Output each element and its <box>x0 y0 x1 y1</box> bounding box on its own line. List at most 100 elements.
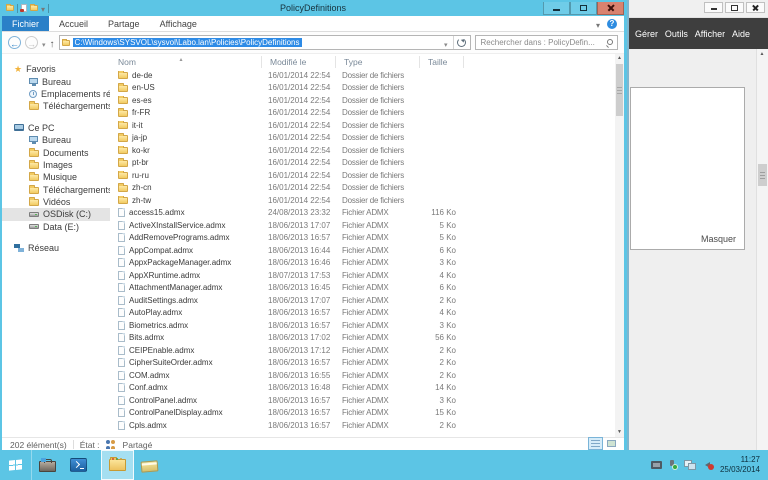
search-input[interactable] <box>479 37 606 48</box>
folder-row[interactable]: en-US16/01/2014 22:54Dossier de fichiers <box>110 82 615 95</box>
folder-row[interactable]: fr-FR16/01/2014 22:54Dossier de fichiers <box>110 107 615 120</box>
menu-outils[interactable]: Outils <box>663 27 690 41</box>
folder-row[interactable]: zh-cn16/01/2014 22:54Dossier de fichiers <box>110 182 615 195</box>
file-row[interactable]: AddRemovePrograms.admx18/06/2013 16:57Fi… <box>110 232 615 245</box>
file-row[interactable]: AppxPackageManager.admx18/06/2013 16:46F… <box>110 257 615 270</box>
sidebar-item-images[interactable]: Images <box>2 159 110 171</box>
file-row[interactable]: COM.admx18/06/2013 16:55Fichier ADMX2 Ko <box>110 369 615 382</box>
column-header-modifie-le[interactable]: Modifié le <box>262 56 336 68</box>
customize-toolbar-chevron-icon[interactable] <box>41 0 45 17</box>
sidebar-item-musique[interactable]: Musique <box>2 171 110 183</box>
maximize-button[interactable] <box>570 2 597 15</box>
folder-row[interactable]: ja-jp16/01/2014 22:54Dossier de fichiers <box>110 132 615 145</box>
address-dropdown-chevron-icon[interactable] <box>441 36 451 49</box>
sidebar-item-bureau[interactable]: Bureau <box>2 75 110 87</box>
volume-muted-tray-icon[interactable] <box>702 460 714 470</box>
restore-button[interactable] <box>725 2 744 13</box>
up-one-level-button[interactable] <box>50 34 55 52</box>
scroll-up-arrow-icon[interactable]: ▲ <box>615 54 624 63</box>
address-bar[interactable]: C:\Windows\SYSVOL\sysvol\Labo.lan\Polici… <box>59 35 471 50</box>
file-row[interactable]: CEIPEnable.admx18/06/2013 17:12Fichier A… <box>110 344 615 357</box>
properties-icon[interactable] <box>21 4 27 12</box>
close-button[interactable] <box>597 2 624 15</box>
file-icon <box>118 296 125 305</box>
folder-row[interactable]: pt-br16/01/2014 22:54Dossier de fichiers <box>110 157 615 170</box>
scrollbar-thumb[interactable] <box>616 64 623 116</box>
taskbar-powershell-button[interactable] <box>63 450 94 480</box>
tab-accueil[interactable]: Accueil <box>49 16 98 31</box>
minimize-button[interactable] <box>704 2 723 13</box>
menu-aide[interactable]: Aide <box>730 27 752 41</box>
explorer-titlebar[interactable]: PolicyDefinitions <box>2 0 624 16</box>
taskbar-clock[interactable]: 11:27 25/03/2014 <box>720 455 760 475</box>
scroll-up-arrow-icon[interactable]: ▲ <box>757 51 767 57</box>
file-row[interactable]: Cpls.admx18/06/2013 16:57Fichier ADMX2 K… <box>110 419 615 432</box>
power-status-tray-icon[interactable] <box>668 460 678 470</box>
sidebar-item-osdisk-c[interactable]: OSDisk (C:) <box>2 208 110 220</box>
sidebar-item-data-e[interactable]: Data (E:) <box>2 221 110 233</box>
file-row[interactable]: ControlPanelDisplay.admx18/06/2013 16:57… <box>110 407 615 420</box>
sidebar-section-favoris[interactable]: Favoris <box>2 63 110 75</box>
refresh-button[interactable] <box>453 36 470 49</box>
menu-afficher[interactable]: Afficher <box>693 27 727 41</box>
tab-affichage[interactable]: Affichage <box>150 16 207 31</box>
server-manager-titlebar[interactable] <box>629 0 768 18</box>
sidebar-item-emplacements-recents[interactable]: Emplacements récents <box>2 88 110 100</box>
network-tray-icon[interactable] <box>684 460 696 470</box>
taskbar-server-manager-button[interactable] <box>32 450 63 480</box>
file-row[interactable]: Bits.admx18/06/2013 17:02Fichier ADMX56 … <box>110 332 615 345</box>
back-button[interactable] <box>8 36 21 49</box>
scrollbar-thumb[interactable] <box>758 164 767 186</box>
folder-row[interactable]: ko-kr16/01/2014 22:54Dossier de fichiers <box>110 144 615 157</box>
sidebar-item-bureau[interactable]: Bureau <box>2 134 110 146</box>
file-row[interactable]: CipherSuiteOrder.admx18/06/2013 16:57Fic… <box>110 357 615 370</box>
input-device-tray-icon[interactable] <box>651 461 662 469</box>
folder-row[interactable]: de-de16/01/2014 22:54Dossier de fichiers <box>110 69 615 82</box>
details-view-button[interactable] <box>588 437 603 450</box>
folder-row[interactable]: zh-tw16/01/2014 22:54Dossier de fichiers <box>110 194 615 207</box>
file-row[interactable]: AppXRuntime.admx18/07/2013 17:53Fichier … <box>110 269 615 282</box>
scroll-down-arrow-icon[interactable]: ▼ <box>615 428 624 437</box>
file-row[interactable]: AppCompat.admx18/06/2013 16:44Fichier AD… <box>110 244 615 257</box>
menu-gerer[interactable]: Gérer <box>633 27 660 41</box>
hide-button[interactable]: Masquer <box>701 234 736 244</box>
new-folder-icon[interactable] <box>30 5 38 11</box>
address-path-selected[interactable]: C:\Windows\SYSVOL\sysvol\Labo.lan\Polici… <box>73 38 302 47</box>
expand-ribbon-chevron-icon[interactable] <box>596 15 600 33</box>
sidebar-item-telechargements[interactable]: Téléchargements <box>2 100 110 112</box>
sidebar-item-videos[interactable]: Vidéos <box>2 196 110 208</box>
file-row[interactable]: AuditSettings.admx18/06/2013 17:07Fichie… <box>110 294 615 307</box>
file-row[interactable]: ActiveXInstallService.admx18/06/2013 17:… <box>110 219 615 232</box>
folder-row[interactable]: it-it16/01/2014 22:54Dossier de fichiers <box>110 119 615 132</box>
close-button[interactable] <box>746 2 765 13</box>
file-row[interactable]: AutoPlay.admx18/06/2013 16:57Fichier ADM… <box>110 307 615 320</box>
sidebar-section-ce-pc[interactable]: Ce PC <box>2 122 110 134</box>
column-header-taille[interactable]: Taille <box>420 56 464 68</box>
file-row[interactable]: AttachmentManager.admx18/06/2013 16:45Fi… <box>110 282 615 295</box>
column-header-nom[interactable]: Nom <box>110 56 262 68</box>
sidebar-section-reseau[interactable]: Réseau <box>2 242 110 254</box>
folder-row[interactable]: ru-ru16/01/2014 22:54Dossier de fichiers <box>110 169 615 182</box>
taskbar-explorer-button[interactable] <box>101 450 134 480</box>
vertical-scrollbar[interactable]: ▲ <box>756 49 768 450</box>
sidebar-item-telechargements[interactable]: Téléchargements <box>2 184 110 196</box>
vertical-scrollbar[interactable]: ▲ ▼ <box>615 54 624 437</box>
column-header-type[interactable]: Type <box>336 56 420 68</box>
start-button[interactable] <box>0 450 32 480</box>
file-row[interactable]: ControlPanel.admx18/06/2013 16:57Fichier… <box>110 394 615 407</box>
file-row[interactable]: access15.admx24/08/2013 23:32Fichier ADM… <box>110 207 615 220</box>
file-row[interactable]: Biometrics.admx18/06/2013 16:57Fichier A… <box>110 319 615 332</box>
thumbnails-view-button[interactable] <box>604 437 619 450</box>
file-row[interactable]: Conf.admx18/06/2013 16:48Fichier ADMX14 … <box>110 382 615 395</box>
recent-locations-chevron-icon[interactable] <box>42 34 46 52</box>
help-icon[interactable]: ? <box>607 19 617 29</box>
taskbar-book-button[interactable] <box>134 450 165 480</box>
tab-partage[interactable]: Partage <box>98 16 150 31</box>
address-input[interactable]: C:\Windows\SYSVOL\sysvol\Labo.lan\Polici… <box>60 36 453 49</box>
minimize-button[interactable] <box>543 2 570 15</box>
sidebar-item-documents[interactable]: Documents <box>2 146 110 158</box>
tab-fichier[interactable]: Fichier <box>2 16 49 31</box>
folder-row[interactable]: es-es16/01/2014 22:54Dossier de fichiers <box>110 94 615 107</box>
search-box[interactable] <box>475 35 618 50</box>
forward-button[interactable] <box>25 36 38 49</box>
